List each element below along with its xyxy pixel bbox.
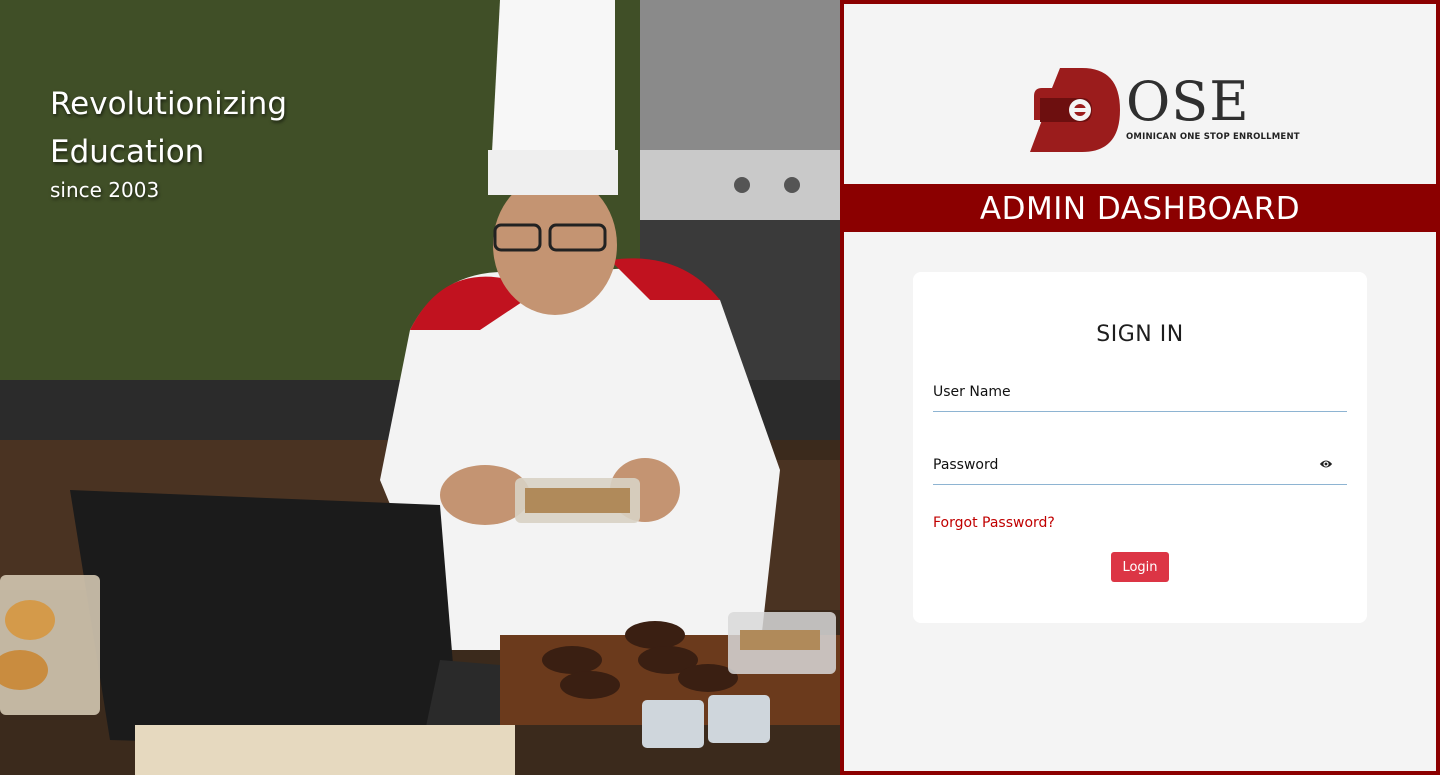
forgot-password-link[interactable]: Forgot Password? (933, 515, 1055, 531)
hero-title: Revolutionizing Education (50, 86, 287, 170)
hero-text: Revolutionizing Education since 2003 (50, 80, 350, 202)
signin-title: SIGN IN (1096, 322, 1184, 347)
username-input[interactable] (933, 372, 1347, 411)
brand-logo: OSE OMINICAN ONE STOP ENROLLMENT (1030, 68, 1300, 158)
logo-text: OSE (1126, 70, 1250, 133)
password-input[interactable] (933, 445, 1347, 484)
hero-subtitle: since 2003 (50, 178, 160, 202)
login-button[interactable]: Login (1111, 552, 1169, 582)
signin-card: SIGN IN User Name Password Forgot Passwo… (913, 272, 1367, 623)
eye-icon[interactable] (1319, 458, 1333, 470)
hero-panel: Revolutionizing Education since 2003 (0, 0, 840, 775)
password-field[interactable]: Password (933, 445, 1347, 485)
login-panel: OSE OMINICAN ONE STOP ENROLLMENT ADMIN D… (840, 0, 1440, 775)
logo-mark-icon (1030, 68, 1120, 152)
username-field[interactable]: User Name (933, 372, 1347, 412)
admin-dashboard-banner: ADMIN DASHBOARD (844, 184, 1436, 232)
logo-tagline: OMINICAN ONE STOP ENROLLMENT (1126, 132, 1300, 142)
